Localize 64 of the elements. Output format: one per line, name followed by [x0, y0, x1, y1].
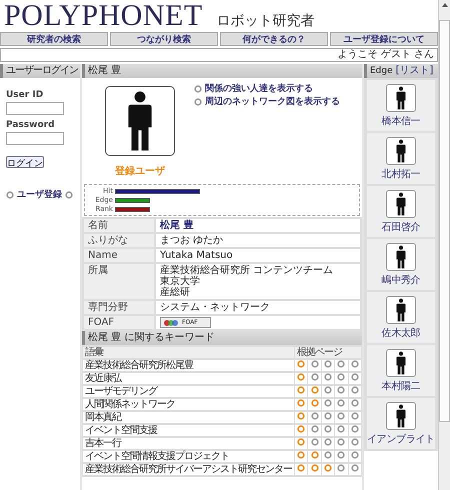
person-icon: [394, 404, 408, 428]
list-link[interactable]: [リスト]: [396, 65, 434, 77]
register-link[interactable]: ユーザ登録: [17, 188, 62, 201]
person-link[interactable]: イアンブライト: [367, 432, 435, 446]
person-link[interactable]: 橋本信一: [382, 114, 420, 128]
nav-button[interactable]: ユーザ登録について: [330, 32, 438, 46]
keyword-cell: 岡本真紀: [83, 412, 294, 424]
field-label: 所属: [84, 264, 154, 299]
column-header: 語彙: [83, 347, 294, 358]
welcome-text: ようこそ ゲスト さん: [338, 49, 434, 60]
person-link[interactable]: 石田啓介: [382, 220, 420, 234]
person-icon: [394, 86, 408, 110]
keyword-cell: 吉本一行: [83, 438, 294, 450]
field-value: システム・ネットワーク: [160, 302, 270, 313]
person-link[interactable]: 嶋中秀介: [382, 273, 420, 287]
field-value: 産総研: [160, 287, 190, 298]
site-logo: POLYPHONET: [4, 1, 203, 31]
user-id-field[interactable]: [6, 102, 64, 115]
person-link[interactable]: 本村陽二: [382, 379, 420, 393]
person-icon: [394, 298, 408, 322]
profile-link[interactable]: 関係の強い人達を表示する: [205, 82, 313, 95]
panel-title: ユーザーログイン: [0, 64, 80, 78]
field-label: 名前: [84, 219, 154, 232]
field-label: User ID: [6, 90, 44, 100]
keyword-cell: ユーザモデリング: [83, 386, 294, 398]
keyword-cell: イベント空間支援: [83, 425, 294, 436]
person-icon: [394, 139, 408, 163]
field-value: まつお ゆたか: [160, 235, 224, 246]
nav-button[interactable]: 研究者の検索: [0, 32, 108, 46]
field-value: 産業技術総合研究所 コンテンツチーム: [160, 265, 334, 276]
nav-button[interactable]: つながり検索: [110, 32, 218, 46]
profile-link[interactable]: 周辺のネットワーク図を表示する: [205, 95, 340, 108]
scrollbar-thumb[interactable]: [439, 20, 450, 422]
person-icon: [394, 351, 408, 375]
profile-title: 松尾 豊: [82, 64, 362, 78]
panel-title: Edge: [370, 65, 393, 77]
keyword-cell: イベント空間情報支援プロジェクト: [83, 451, 294, 462]
field-value: Yutaka Matsuo: [160, 250, 233, 261]
keyword-cell: 産業技術総合研究所松尾豊: [83, 360, 294, 372]
circle-icon: [194, 84, 202, 92]
person-link[interactable]: 北村拓一: [382, 167, 420, 181]
field-label: Name: [84, 249, 154, 262]
site-subtitle: ロボット研究者: [216, 12, 315, 30]
keyword-cell: 友近康弘: [83, 373, 294, 384]
keyword-cell: 産業技術総合研究所サイバーアシスト研究センター: [83, 464, 294, 476]
field-value: 東京大学: [160, 276, 200, 287]
circle-icon: [194, 98, 202, 106]
user-status-label: 登録ユーザ: [115, 164, 165, 178]
section-title: 松尾 豊 に関するキーワード: [82, 331, 362, 346]
field-value: 松尾 豊: [160, 220, 194, 231]
person-link[interactable]: 佐木太郎: [382, 326, 420, 340]
circle-icon: [6, 190, 14, 198]
password-field[interactable]: [6, 132, 64, 145]
person-icon: [394, 245, 408, 269]
login-button[interactable]: ログイン: [6, 156, 44, 168]
nav-button[interactable]: 何ができるの？: [220, 32, 328, 46]
person-icon: [394, 192, 408, 216]
column-header: 根拠ページ: [295, 347, 361, 358]
circle-icon: [65, 190, 73, 198]
field-label: FOAF: [84, 316, 154, 330]
field-label: ふりがな: [84, 234, 154, 247]
field-label: Password: [6, 120, 56, 130]
field-label: 専門分野: [84, 301, 154, 314]
keyword-cell: 人間関係ネットワーク: [83, 399, 294, 410]
